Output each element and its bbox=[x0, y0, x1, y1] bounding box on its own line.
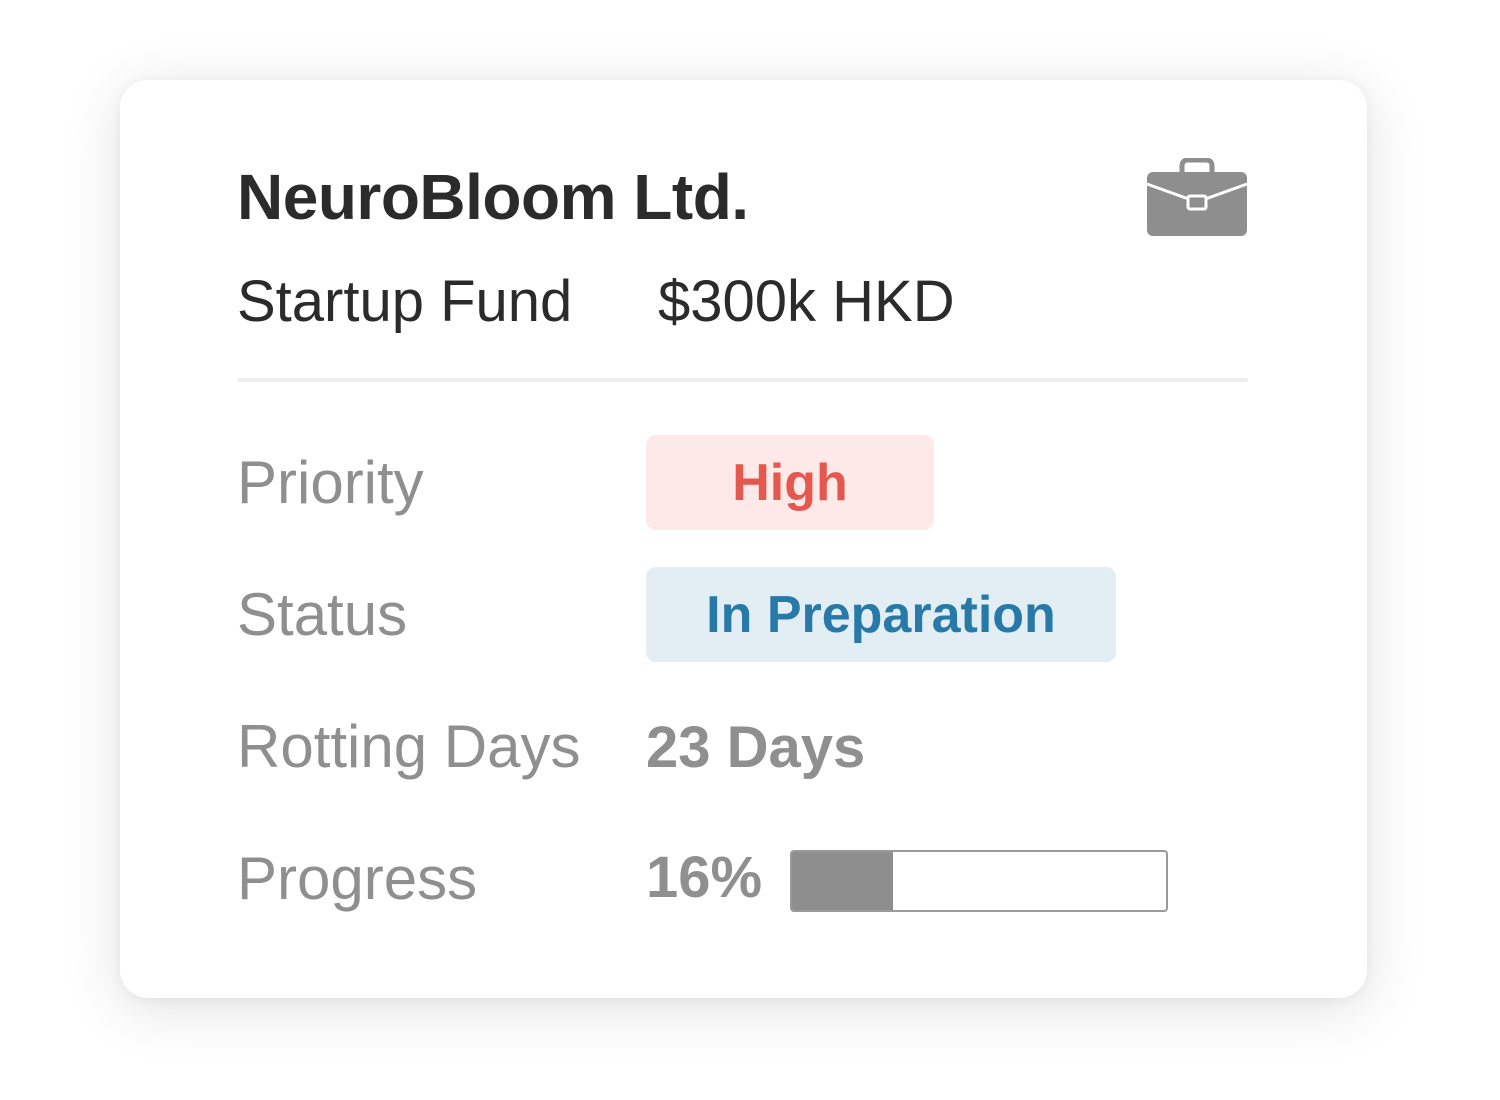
progress-bar bbox=[790, 850, 1168, 912]
progress-percent: 16% bbox=[646, 845, 763, 910]
status-label: Status bbox=[237, 581, 408, 648]
divider bbox=[237, 378, 1248, 382]
briefcase-icon bbox=[1146, 158, 1248, 236]
priority-badge: High bbox=[646, 435, 934, 530]
progress-bar-fill bbox=[792, 852, 893, 910]
progress-label: Progress bbox=[237, 845, 478, 912]
status-badge: In Preparation bbox=[646, 567, 1116, 662]
deal-card[interactable]: NeuroBloom Ltd. Startup Fund $300k HKD P… bbox=[120, 80, 1367, 998]
rotting-days-label: Rotting Days bbox=[237, 713, 581, 780]
company-name: NeuroBloom Ltd. bbox=[237, 161, 749, 233]
priority-label: Priority bbox=[237, 449, 424, 516]
fund-label: Startup Fund bbox=[237, 269, 573, 334]
rotting-days-value: 23 Days bbox=[646, 715, 866, 780]
fund-amount: $300k HKD bbox=[658, 269, 955, 334]
